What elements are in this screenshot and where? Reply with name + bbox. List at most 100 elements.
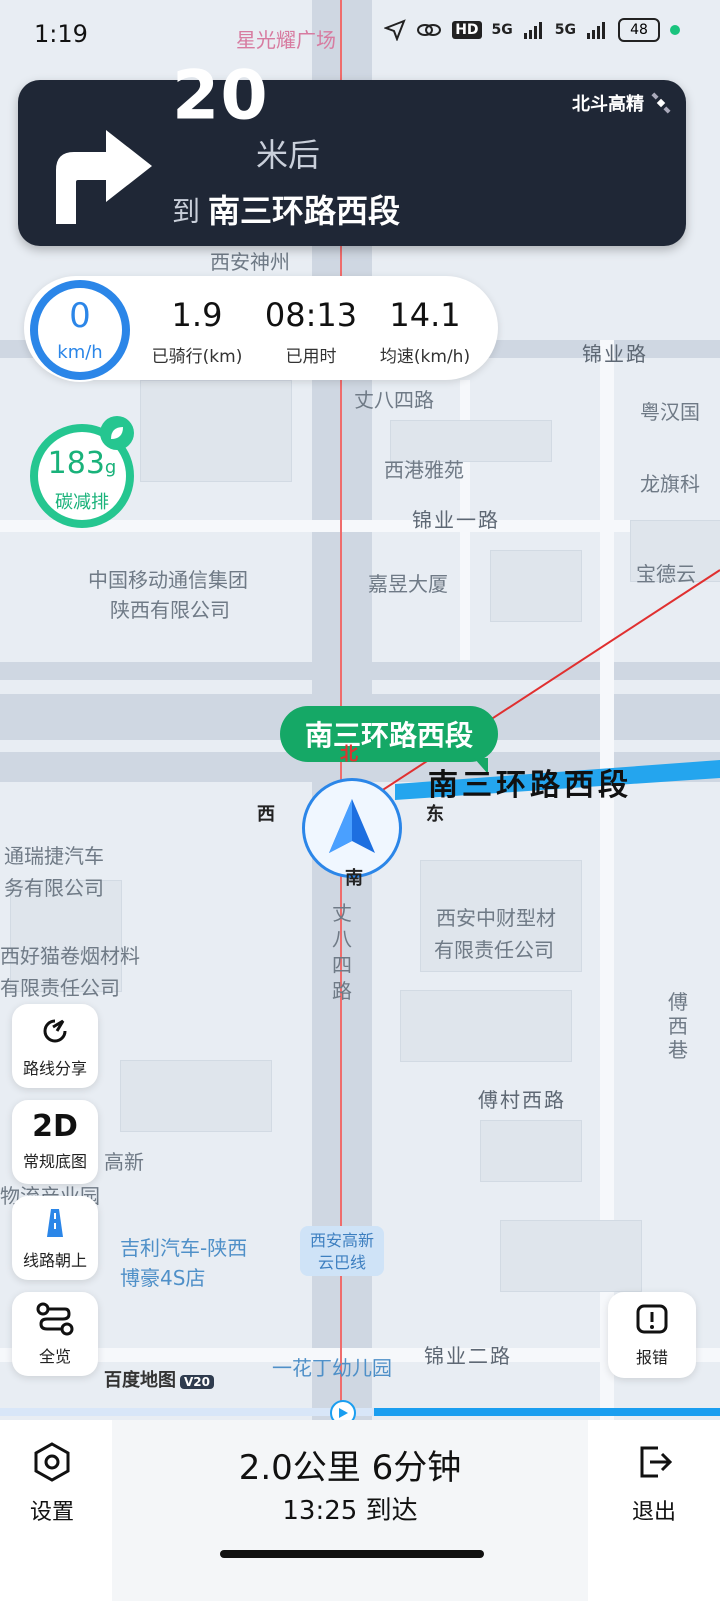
map-label: 陕西有限公司 (110, 598, 230, 622)
active-dot (670, 25, 680, 35)
compass-north: 北 (340, 744, 358, 765)
map-label: 西安中财型材 (436, 906, 556, 930)
position-cursor (302, 778, 402, 878)
satellite-icon (651, 92, 671, 114)
signal-icon (587, 22, 605, 39)
map-label: 高新 (104, 1150, 144, 1174)
status-icons: HD 5G 5G 48 (384, 18, 680, 42)
battery-level: 48 (630, 22, 648, 38)
stat-label: 均速(km/h) (379, 347, 471, 367)
signal-icon (523, 22, 542, 39)
map-label: 西港雅苑 (384, 458, 464, 482)
turn-road-name: 南三环路西段 (208, 192, 401, 230)
route-progress-bar (0, 1408, 720, 1416)
map-label: 锦业一路 (412, 508, 500, 532)
map-label: 丈八四路 (332, 901, 352, 1003)
compass-east: 东 (426, 804, 444, 825)
home-indicator[interactable] (220, 1550, 484, 1558)
settings-button[interactable]: 设置 (2, 1440, 102, 1530)
stat-value: 1.9 (171, 296, 223, 334)
leaf-icon (100, 416, 134, 450)
navigation-screen: 星光耀广场 西安神州 锦业路 丈八四路 粤汉国 西港雅苑 龙旗科 锦业一路 中国… (0, 0, 720, 1601)
battery-icon: 48 (618, 18, 660, 42)
map-mode-2d-button[interactable]: 2D 常规底图 (12, 1100, 98, 1184)
current-road-label: 南三环路西段 (428, 768, 632, 803)
hd-badge: HD (452, 21, 482, 39)
map-label: 中国移动通信集团 (88, 568, 248, 592)
navigation-arrow-icon (329, 799, 375, 853)
map-mode-label: 常规底图 (22, 1152, 87, 1171)
trip-summary: 2.0公里 6分钟 (238, 1448, 462, 1488)
compass-south: 南 (345, 868, 363, 889)
turn-distance: 20 (172, 56, 269, 136)
location-arrow-icon (384, 19, 406, 41)
exit-button[interactable]: 退出 (604, 1440, 704, 1530)
route-bubble: 南三环路西段 (280, 706, 498, 774)
speed-value: 0 (69, 296, 91, 336)
turn-to-prefix: 到 (172, 195, 201, 228)
exit-icon (640, 1446, 673, 1478)
road-up-icon (47, 1209, 63, 1237)
stat-label: 已用时 (285, 347, 337, 367)
link-icon (417, 24, 442, 36)
map-label: 博豪4S店 (120, 1266, 206, 1290)
map-label: 西安神州 (210, 250, 290, 274)
stat-distance: 1.9 已骑行(km) (142, 296, 252, 367)
route-overview-label: 全览 (38, 1347, 71, 1366)
turn-right-icon (56, 130, 152, 224)
status-time: 1:19 (34, 20, 88, 48)
metro-line-label: 西安高新 云巴线 (300, 1226, 384, 1276)
route-overview-button[interactable]: 全览 (12, 1292, 98, 1376)
map-mode-value: 2D (32, 1109, 78, 1144)
map-label: 傅村西路 (478, 1088, 566, 1112)
baidu-map-logo: 百度地图 V20 (104, 1366, 214, 1392)
stat-value: 14.1 (389, 296, 461, 334)
route-up-label: 线路朝上 (22, 1251, 87, 1270)
route-share-label: 路线分享 (22, 1059, 87, 1078)
beidou-badge: 北斗高精 (572, 90, 672, 116)
status-bar: 1:19 HD 5G 5G 48 (0, 0, 720, 68)
map-label: 锦业二路 (424, 1344, 512, 1368)
stat-value: 08:13 (264, 296, 358, 334)
map-label: 傅西巷 (668, 990, 688, 1062)
settings-label: 设置 (29, 1500, 74, 1525)
route-up-button[interactable]: 线路朝上 (12, 1196, 98, 1280)
map-label: 务有限公司 (4, 876, 104, 900)
trip-eta: 13:25 到达 (282, 1496, 418, 1526)
network-5g-2: 5G (554, 22, 576, 38)
settings-hexagon-icon (34, 1442, 70, 1482)
speedometer: 0 km/h (28, 278, 132, 382)
route-progress-fill (374, 1408, 720, 1416)
report-error-button[interactable]: 报错 (608, 1292, 696, 1378)
carbon-value-row: 183g (38, 446, 126, 481)
carbon-value: 183 (47, 446, 105, 481)
compass-west: 西 (257, 804, 275, 825)
stat-avg-speed: 14.1 均速(km/h) (370, 296, 480, 367)
map-label: 通瑞捷汽车 (4, 844, 104, 868)
exit-label: 退出 (631, 1500, 676, 1525)
baidu-map-name: 百度地图 (104, 1370, 176, 1391)
map-label: 锦业路 (582, 342, 648, 366)
metro-line-name: 云巴线 (317, 1253, 366, 1272)
route-overview-icon (36, 1302, 74, 1336)
stat-time: 08:13 已用时 (256, 296, 366, 367)
map-label: 吉利汽车-陕西 (120, 1236, 248, 1260)
map-label: 宝德云 (636, 562, 696, 586)
beidou-label: 北斗高精 (572, 94, 644, 115)
carbon-label: 碳减排 (55, 492, 109, 513)
map-label: 一花丁幼儿园 (272, 1356, 392, 1380)
alert-icon (636, 1304, 668, 1334)
turn-distance-unit: 米后 (256, 136, 321, 174)
map-label: 丈八四路 (354, 388, 434, 412)
speed-unit: km/h (57, 342, 103, 363)
stat-label: 已骑行(km) (151, 347, 243, 367)
carbon-unit: g (104, 457, 117, 478)
map-label: 西好猫卷烟材料 (0, 944, 140, 968)
metro-line-name: 西安高新 (309, 1231, 374, 1250)
route-share-button[interactable]: 路线分享 (12, 1004, 98, 1088)
network-5g-1: 5G (491, 22, 513, 38)
map-label: 嘉昱大厦 (368, 572, 448, 596)
map-label: 粤汉国 (640, 400, 700, 424)
baidu-map-version: V20 (180, 1375, 214, 1389)
map-label: 有限责任公司 (0, 976, 120, 1000)
